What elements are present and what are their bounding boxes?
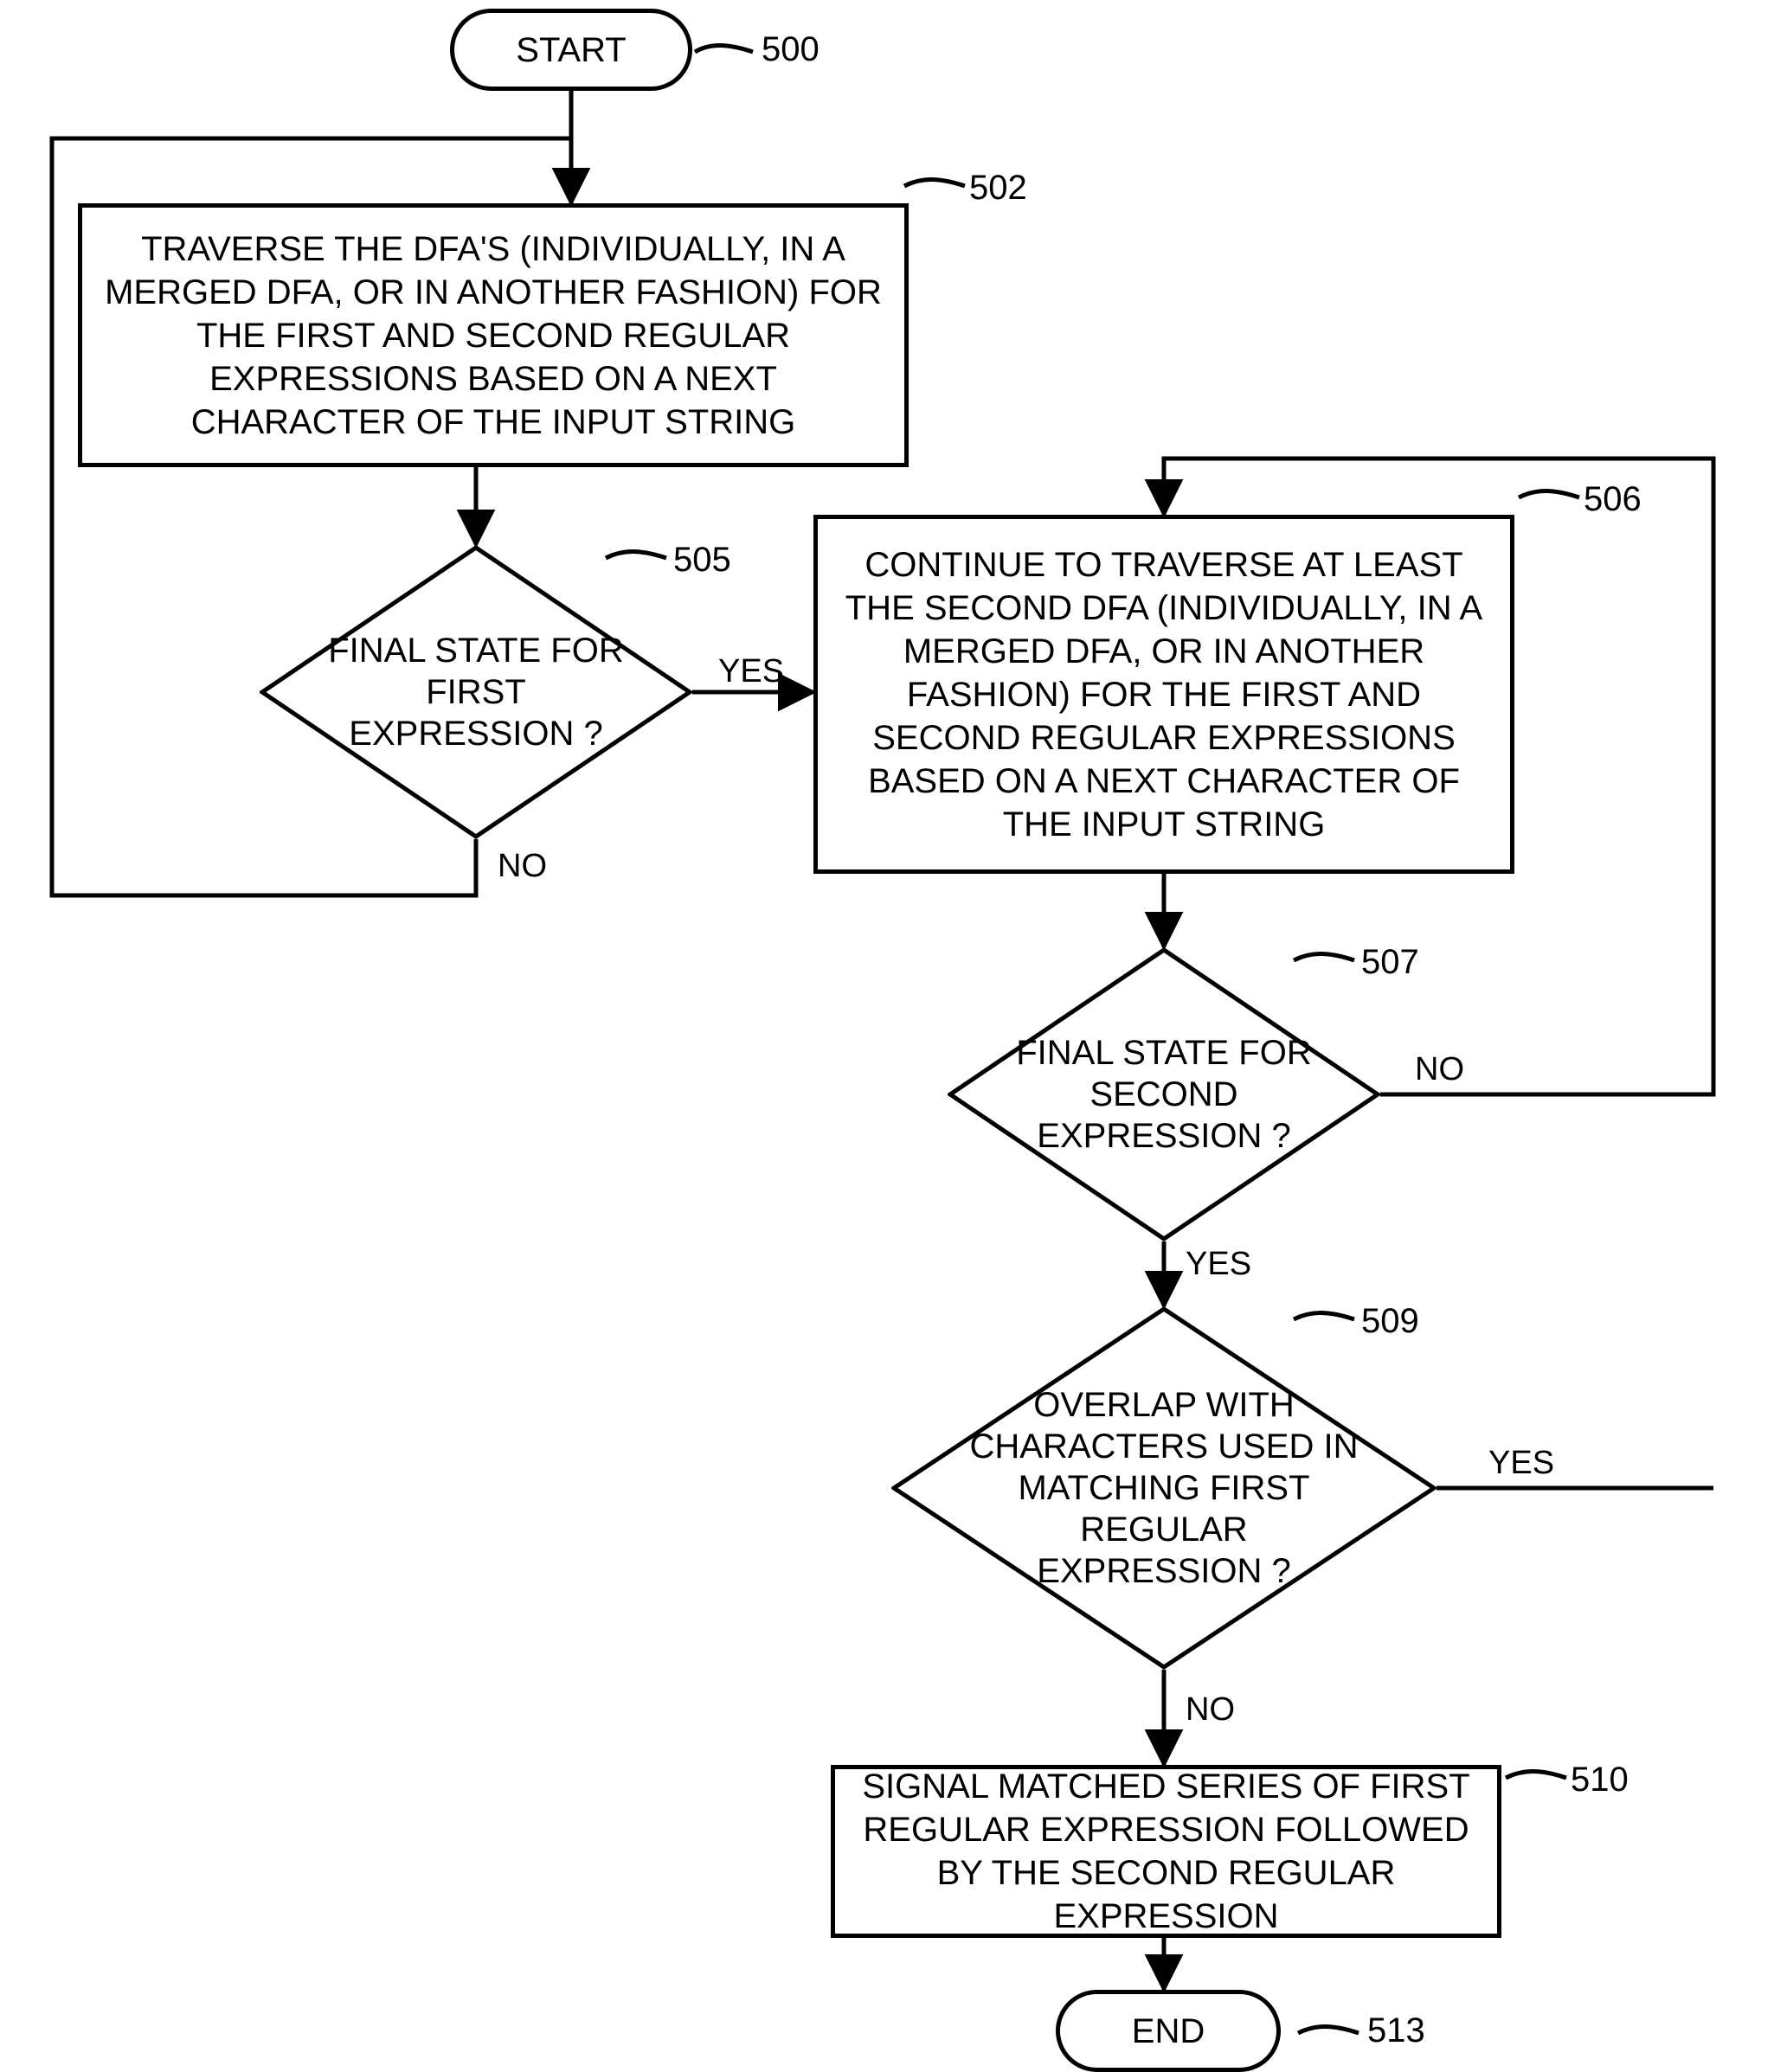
- decision-509: OVERLAP WITH CHARACTERS USED IN MATCHING…: [891, 1306, 1437, 1670]
- ref-513: 513: [1367, 2011, 1425, 2050]
- edge-509-yes: YES: [1488, 1445, 1554, 1482]
- edge-507-yes: YES: [1186, 1246, 1251, 1283]
- start-terminator: START: [450, 9, 692, 91]
- edge-509-no: NO: [1186, 1691, 1235, 1729]
- end-label: END: [1132, 2014, 1205, 2049]
- decision-507-text: FINAL STATE FOR SECOND EXPRESSION ?: [999, 1032, 1328, 1157]
- decision-509-text: OVERLAP WITH CHARACTERS USED IN MATCHING…: [969, 1384, 1359, 1592]
- decision-505: FINAL STATE FOR FIRST EXPRESSION ?: [260, 545, 692, 839]
- process-506: CONTINUE TO TRAVERSE AT LEAST THE SECOND…: [813, 515, 1514, 874]
- ref-502: 502: [969, 169, 1027, 208]
- edge-505-no: NO: [498, 848, 547, 885]
- process-510: SIGNAL MATCHED SERIES OF FIRST REGULAR E…: [831, 1765, 1501, 1938]
- ref-510: 510: [1571, 1761, 1629, 1799]
- process-502: TRAVERSE THE DFA'S (INDIVIDUALLY, IN A M…: [78, 203, 909, 467]
- process-502-text: TRAVERSE THE DFA'S (INDIVIDUALLY, IN A M…: [100, 228, 887, 444]
- process-510-text: SIGNAL MATCHED SERIES OF FIRST REGULAR E…: [852, 1765, 1480, 1938]
- ref-500: 500: [762, 30, 820, 69]
- start-label: START: [516, 33, 626, 67]
- process-506-text: CONTINUE TO TRAVERSE AT LEAST THE SECOND…: [835, 543, 1493, 846]
- decision-507: FINAL STATE FOR SECOND EXPRESSION ?: [948, 947, 1380, 1241]
- edge-507-no: NO: [1415, 1051, 1464, 1088]
- ref-505: 505: [673, 541, 731, 580]
- ref-507: 507: [1361, 943, 1419, 982]
- end-terminator: END: [1056, 1990, 1281, 2072]
- edge-505-yes: YES: [718, 653, 784, 690]
- decision-505-text: FINAL STATE FOR FIRST EXPRESSION ?: [312, 630, 640, 754]
- ref-509: 509: [1361, 1302, 1419, 1341]
- ref-506: 506: [1584, 480, 1642, 519]
